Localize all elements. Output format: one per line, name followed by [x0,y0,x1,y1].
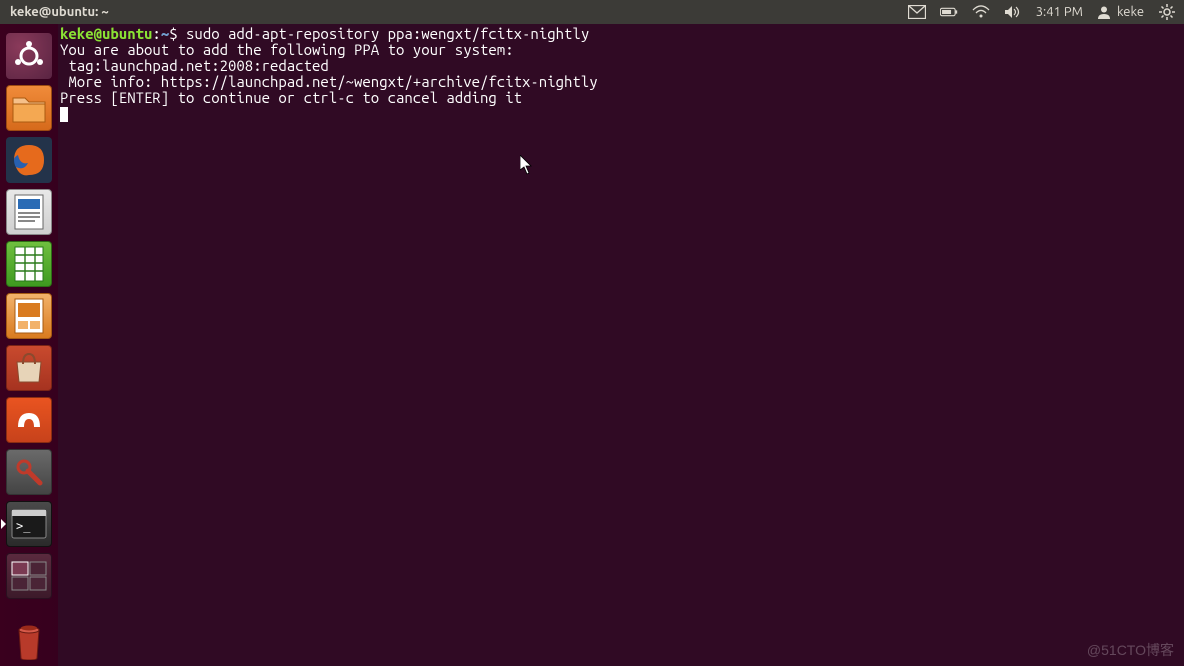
terminal-icon: >_ [10,508,48,540]
ubuntu-one-icon [12,403,46,437]
panel-indicators: 3:41 PM keke [908,3,1176,21]
ubuntu-logo-icon [11,38,47,74]
terminal-command: sudo add-apt-repository ppa:wengxt/fcitx… [186,25,589,42]
terminal-output-line: tag:launchpad.net:2008:redacted [60,57,329,74]
unity-launcher: >_ [0,24,58,666]
terminal-output-line: You are about to add the following PPA t… [60,41,514,58]
terminal-output-line: Press [ENTER] to continue or ctrl-c to c… [60,89,522,106]
document-icon [13,193,45,231]
prompt-user: keke@ubuntu [60,25,152,42]
launcher-trash[interactable] [6,617,52,663]
shopping-bag-icon [11,352,47,384]
prompt-path: ~ [161,25,169,42]
launcher-calc[interactable] [6,241,52,287]
watermark: @51CTO博客 [1087,640,1174,660]
launcher-firefox[interactable] [6,137,52,183]
launcher-files[interactable] [6,85,52,131]
window-title: keke@ubuntu: ~ [6,5,109,19]
volume-icon[interactable] [1004,3,1022,21]
wrench-gear-icon [12,455,46,489]
username-label: keke [1117,5,1144,19]
clock[interactable]: 3:41 PM [1036,5,1083,19]
terminal-output-line: More info: https://launchpad.net/~wengxt… [60,73,598,90]
prompt-dollar: $ [169,25,186,42]
mail-icon[interactable] [908,3,926,21]
launcher-workspace-switcher[interactable] [6,553,52,599]
launcher-impress[interactable] [6,293,52,339]
folder-icon [11,92,47,124]
gear-icon[interactable] [1158,3,1176,21]
workspace-icon [11,561,47,591]
launcher-ubuntu-one[interactable] [6,397,52,443]
launcher-dash[interactable] [6,33,52,79]
top-panel: keke@ubuntu: ~ 3:41 PM keke [0,0,1184,24]
svg-text:>_: >_ [16,519,31,533]
prompt-separator: : [152,25,160,42]
launcher-writer[interactable] [6,189,52,235]
user-icon [1097,5,1111,19]
launcher-terminal[interactable]: >_ [6,501,52,547]
firefox-icon [10,141,48,179]
terminal-window[interactable]: keke@ubuntu:~$ sudo add-apt-repository p… [58,24,1184,666]
launcher-settings[interactable] [6,449,52,495]
battery-icon[interactable] [940,3,958,21]
spreadsheet-icon [13,245,45,283]
terminal-cursor [60,107,68,122]
presentation-icon [13,297,45,335]
launcher-software-center[interactable] [6,345,52,391]
trash-icon [13,620,45,660]
session-menu[interactable]: keke [1097,5,1144,19]
wifi-icon[interactable] [972,3,990,21]
